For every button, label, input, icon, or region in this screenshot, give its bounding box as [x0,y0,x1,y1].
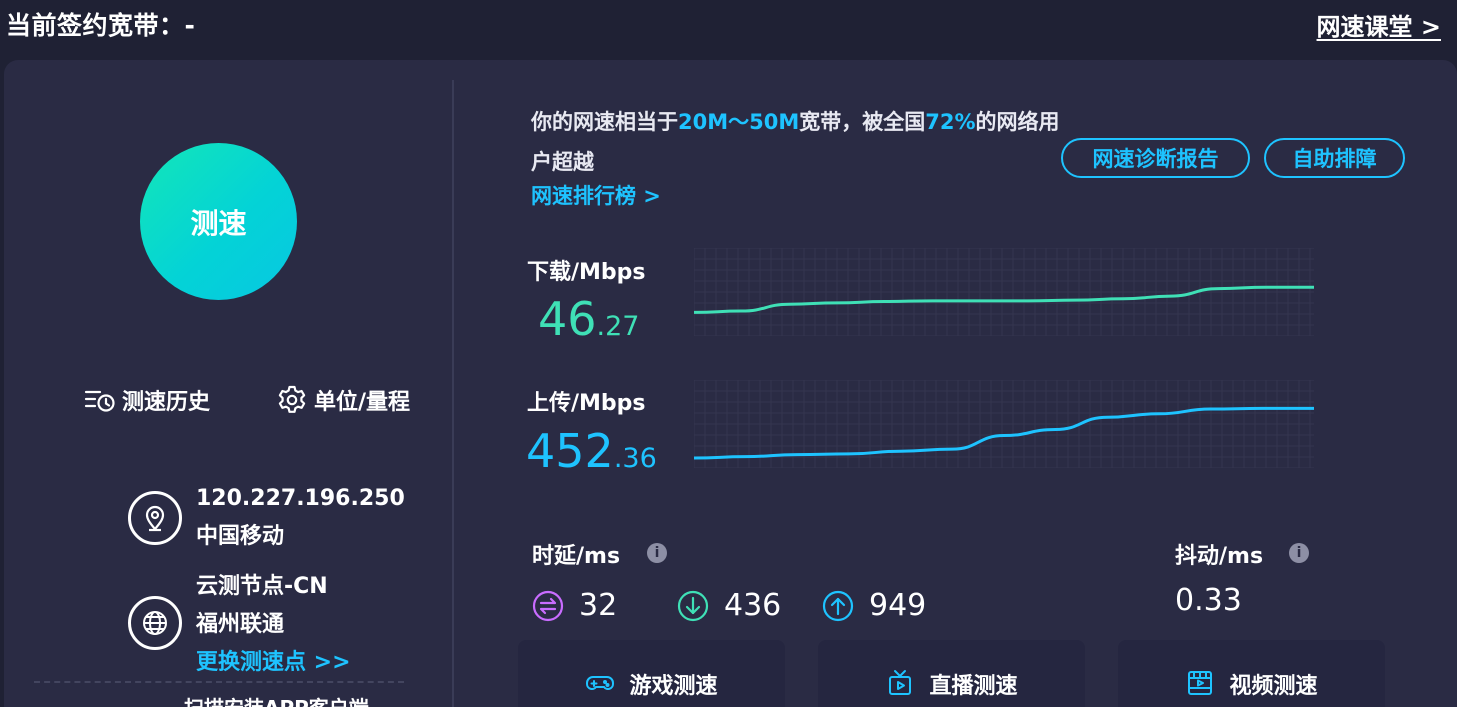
summary-prefix: 你的网速相当于 [531,110,678,134]
self-troubleshoot-button[interactable]: 自助排障 [1264,138,1405,178]
video-speed-test-card[interactable]: 视频测速 [1118,640,1385,707]
column-divider [452,80,454,707]
history-icon [84,390,115,412]
latency-label: 时延/ms [532,544,621,569]
arrow-up-icon [822,590,854,621]
speed-summary: 你的网速相当于20M～50M宽带，被全国72%的网络用户超越 [531,102,1071,182]
download-value: 46.27 [538,292,640,346]
upload-int: 452 [526,424,614,478]
idle-latency-icon [532,590,564,621]
upload-latency-value: 949 [869,588,927,623]
node-info: 云测节点-CN 福州联通 更换测速点 >> [128,568,351,682]
game-speed-test-card[interactable]: 游戏测速 [518,640,785,707]
arrow-down-icon [677,590,709,621]
upload-trend-chart [694,380,1314,468]
change-node-link[interactable]: 更换测速点 >> [196,644,351,682]
download-int: 46 [538,292,597,346]
location-pin-icon [128,491,182,545]
latency-info-icon[interactable]: i [647,543,667,563]
game-speed-test-label: 游戏测速 [629,674,718,699]
gear-icon [278,385,306,413]
gamepad-icon [586,676,615,690]
start-speed-test-button[interactable]: 测速 [140,143,297,300]
chart-line [694,285,1314,314]
jitter-value: 0.33 [1175,583,1242,618]
download-latency-value: 436 [724,588,782,623]
node-isp: 福州联通 [196,612,285,637]
live-speed-test-label: 直播测速 [929,674,1018,699]
unit-range-label: 单位/量程 [314,390,411,415]
upload-value: 452.36 [526,424,657,478]
ip-info: 120.227.196.250 中国移动 [128,480,405,556]
latency-download: 436 [676,588,781,623]
latency-idle: 32 [531,588,617,623]
diagnosis-report-button[interactable]: 网速诊断报告 [1061,138,1250,178]
summary-middle: 宽带，被全国 [799,110,926,134]
upload-label: 上传/Mbps [527,391,646,416]
contract-bandwidth: 当前签约宽带：- [6,11,196,40]
download-dec: .27 [596,311,640,342]
node-name: 云测节点-CN [196,574,328,599]
globe-icon [128,596,182,650]
latency-upload: 949 [821,588,926,623]
unit-range-button[interactable]: 单位/量程 [276,384,410,416]
summary-percent: 72% [925,110,976,134]
film-icon [1188,671,1213,695]
ip-address: 120.227.196.250 [196,486,405,511]
live-speed-test-card[interactable]: 直播测速 [818,640,1085,707]
idle-latency-value: 32 [579,588,618,623]
jitter-info-icon[interactable]: i [1289,543,1309,563]
video-speed-test-label: 视频测速 [1229,674,1318,699]
chart-grid [694,248,1314,336]
speed-class-link[interactable]: 网速课堂 > [1317,7,1441,42]
history-label: 测速历史 [122,390,211,415]
left-divider [34,681,404,683]
summary-range: 20M～50M [678,110,800,134]
download-trend-chart [694,248,1314,336]
download-label: 下载/Mbps [527,260,646,285]
isp-name: 中国移动 [196,524,285,549]
history-button[interactable]: 测速历史 [84,384,210,416]
upload-dec: .36 [613,443,657,474]
jitter-label: 抖动/ms [1175,544,1264,569]
top-bar: 当前签约宽带：- 网速课堂 > [0,0,1457,52]
tv-icon [889,670,912,695]
speed-ranking-link[interactable]: 网速排行榜 > [531,180,661,210]
qr-hint: 扫描安装APP客户端 [184,692,369,707]
